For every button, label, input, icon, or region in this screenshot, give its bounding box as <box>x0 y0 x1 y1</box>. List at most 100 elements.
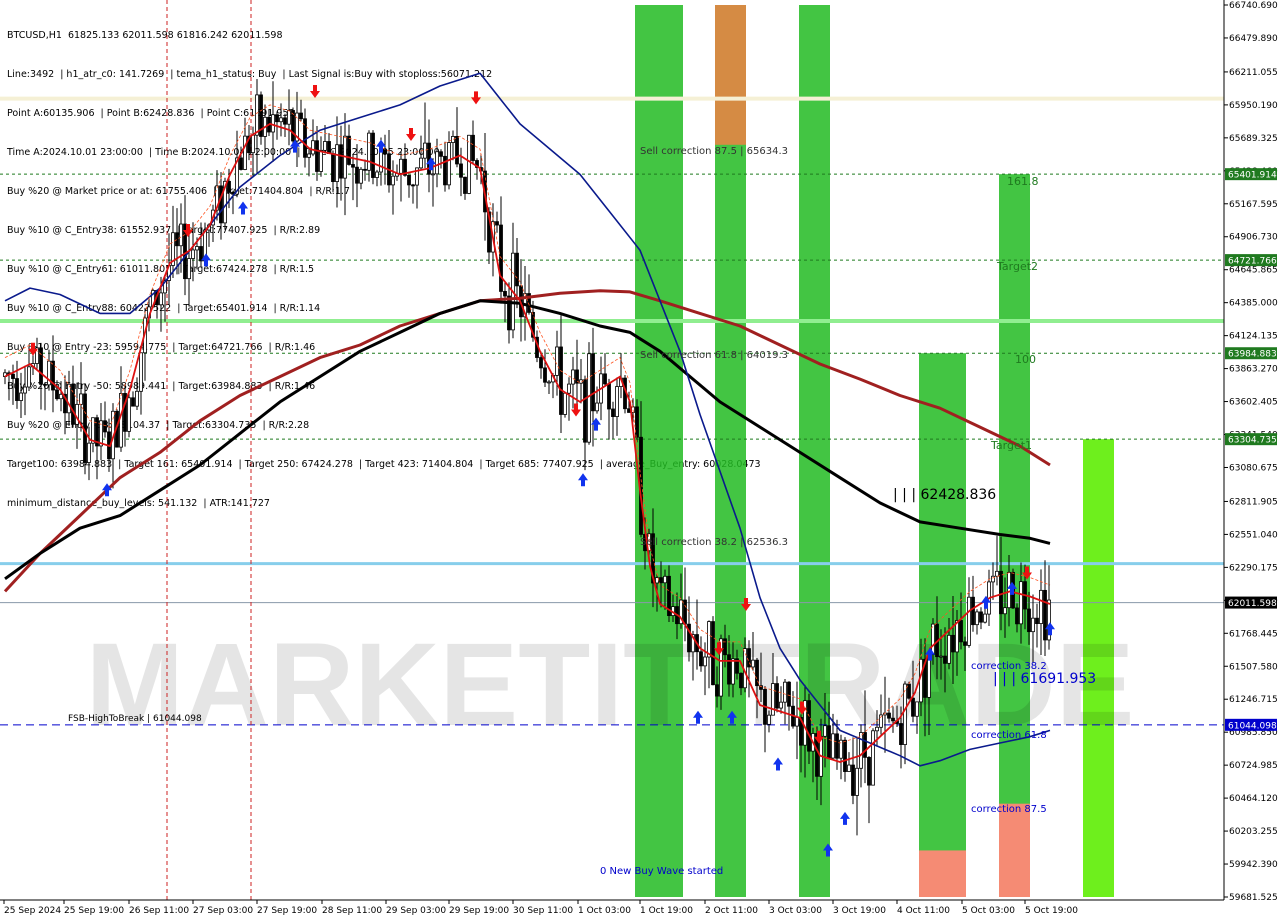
candle-body <box>979 611 983 623</box>
time-tick-label: 2 Oct 11:00 <box>705 906 758 916</box>
candle-body <box>699 651 703 667</box>
candle-body <box>1043 589 1047 641</box>
candle-body <box>999 570 1003 615</box>
candle-body <box>1003 607 1007 615</box>
price-tag-label: 65401.914 <box>1228 171 1277 181</box>
time-tick-label: 5 Oct 19:00 <box>1025 906 1078 916</box>
annotation-fsb-high: FSB-HighToBreak | 61044.098 <box>68 714 202 724</box>
time-tick-label: 28 Sep 11:00 <box>322 906 382 916</box>
candle-body <box>875 726 879 732</box>
candle-body <box>663 575 667 584</box>
candle-body <box>555 346 559 376</box>
time-tick-label: 1 Oct 03:00 <box>578 906 631 916</box>
candle-body <box>995 570 999 577</box>
candle-body <box>383 149 387 155</box>
candle-body <box>503 291 507 297</box>
annotation-sell-87-5: Sell correction 87.5 | 65634.3 <box>640 146 788 157</box>
candle-body <box>43 383 47 386</box>
candle-body <box>55 389 59 400</box>
candle-body <box>831 733 835 759</box>
candle-body <box>19 392 23 401</box>
candle-body <box>1015 607 1019 625</box>
price-tick-label: 64385.000 <box>1229 299 1278 309</box>
candle-body <box>1039 589 1043 624</box>
price-tick-label: 63863.270 <box>1229 365 1278 375</box>
price-tick-label: 59942.390 <box>1229 860 1278 870</box>
candle-body <box>543 367 547 383</box>
candle-body <box>179 223 183 247</box>
candle-body <box>251 134 255 154</box>
candle-body <box>375 171 379 178</box>
candle-body <box>419 157 423 169</box>
candle-body <box>731 658 735 685</box>
price-tick-label: 66211.055 <box>1229 68 1278 78</box>
candle-body <box>495 221 499 226</box>
candle-body <box>399 158 403 174</box>
annotation-point-c: | | | 61691.953 <box>993 671 1096 687</box>
candle-body <box>243 135 247 170</box>
candle-body <box>927 654 931 698</box>
candle-body <box>91 417 95 444</box>
candle-body <box>363 168 367 171</box>
candle-body <box>199 246 203 262</box>
candle-body <box>431 173 435 176</box>
candle-body <box>983 613 987 623</box>
candle-body <box>283 117 287 125</box>
buy-arrow-icon <box>840 811 850 825</box>
candle-body <box>439 151 443 157</box>
candle-body <box>191 249 195 259</box>
candle-body <box>751 659 755 668</box>
candle-body <box>591 353 595 412</box>
candle-body <box>603 373 607 385</box>
candle-body <box>707 621 711 658</box>
candle-body <box>11 373 15 379</box>
candle-body <box>971 596 975 626</box>
candle-body <box>219 185 223 224</box>
price-tick-label: 61768.445 <box>1229 629 1278 639</box>
candle-body <box>379 149 383 173</box>
time-tick-label: 29 Sep 19:00 <box>449 906 509 916</box>
candle-body <box>1031 617 1035 633</box>
candle-body <box>571 369 575 385</box>
candle-body <box>727 654 731 685</box>
candle-body <box>615 386 619 417</box>
price-tick-label: 60464.120 <box>1229 794 1278 804</box>
candle-body <box>915 701 919 717</box>
candle-body <box>931 623 935 655</box>
current-price-tag-label: 62011.598 <box>1228 599 1277 609</box>
candle-body <box>307 153 311 158</box>
candle-body <box>275 114 279 123</box>
price-chart[interactable]: MARKETIT TRADE Sell correction 87.5 | 65… <box>0 0 1280 920</box>
time-tick-label: 27 Sep 03:00 <box>193 906 253 916</box>
zone-bar-2 <box>715 5 746 145</box>
annotation-correction-38: correction 38.2 <box>971 661 1047 672</box>
candle-body <box>67 383 71 414</box>
time-tick-label: 1 Oct 19:00 <box>640 906 693 916</box>
candle-body <box>23 386 27 394</box>
candle-body <box>787 681 791 707</box>
candle-body <box>135 390 139 407</box>
candle-body <box>911 697 915 717</box>
candle-body <box>947 634 951 664</box>
candle-body <box>775 683 779 709</box>
candle-body <box>335 144 339 183</box>
candle-body <box>15 378 19 401</box>
candle-body <box>955 620 959 653</box>
price-tick-label: 66740.690 <box>1229 1 1278 11</box>
price-tick-label: 64906.730 <box>1229 233 1278 243</box>
price-tick-label: 60203.255 <box>1229 827 1278 837</box>
sell-arrow-icon <box>310 85 320 99</box>
time-tick-label: 29 Sep 03:00 <box>386 906 446 916</box>
time-tick-label: 27 Sep 19:00 <box>257 906 317 916</box>
candle-body <box>907 683 911 699</box>
candle-body <box>359 168 363 184</box>
candle-body <box>131 397 135 407</box>
candle-body <box>859 732 863 769</box>
candle-body <box>327 141 331 155</box>
price-tick-label: 62551.040 <box>1229 530 1278 540</box>
candle-body <box>595 402 599 412</box>
candle-body <box>835 733 839 759</box>
candle-body <box>783 681 787 703</box>
time-tick-label: 3 Oct 03:00 <box>769 906 822 916</box>
candle-body <box>715 684 719 697</box>
